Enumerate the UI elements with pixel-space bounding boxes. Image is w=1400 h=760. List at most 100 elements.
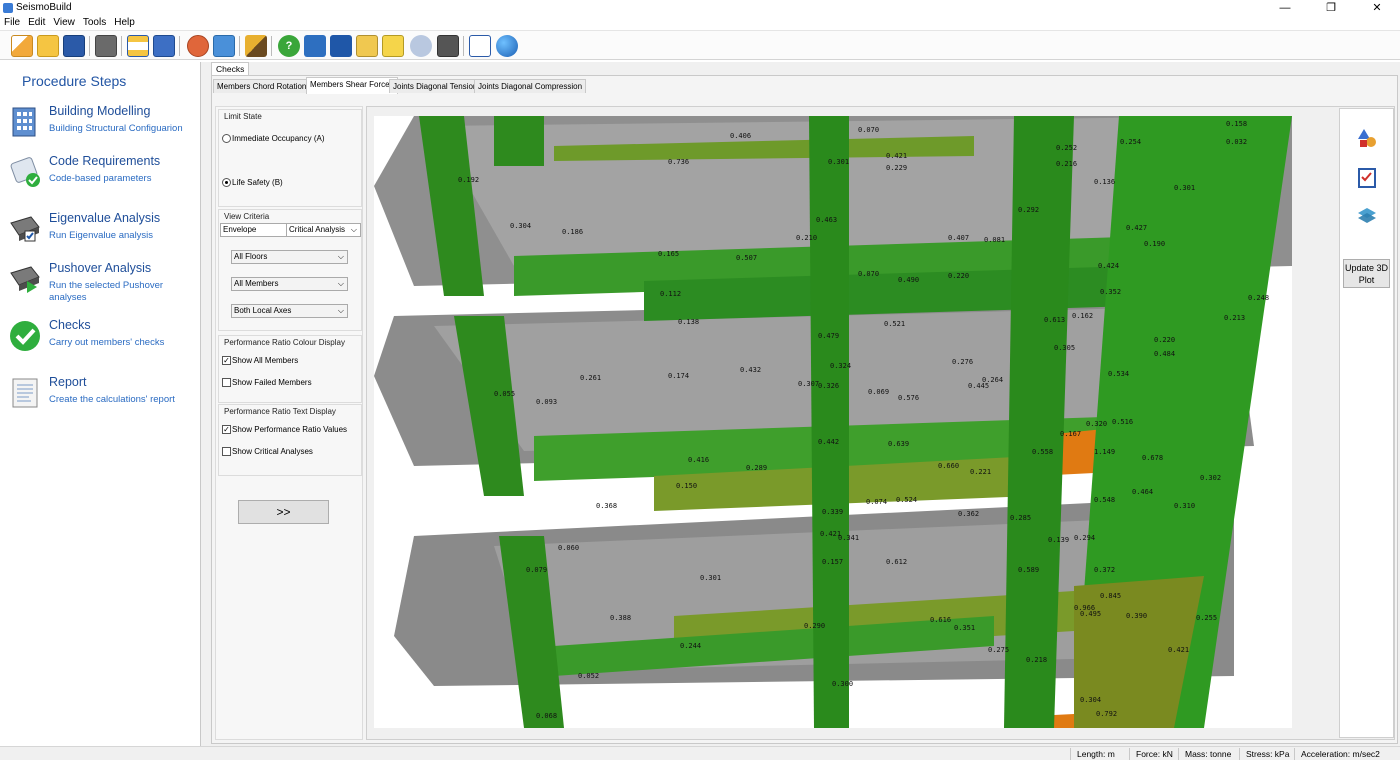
radio-life-safety[interactable]: Life Safety (B) (222, 178, 283, 188)
step-subtitle[interactable]: Run the selected Pushover analyses (49, 280, 189, 304)
axes-select[interactable]: Both Local Axes ⌵ (231, 304, 348, 318)
film-icon[interactable] (437, 35, 459, 57)
checkbox-label: Show Performance Ratio Values (232, 425, 348, 434)
update-3d-plot-button[interactable]: Update 3D Plot (1343, 259, 1390, 288)
critical-analysis-select[interactable]: Critical Analysis ⌵ (286, 223, 361, 237)
step-subtitle[interactable]: Carry out members' checks (49, 337, 189, 349)
ratio-label: 1.149 (1094, 448, 1115, 456)
checkbox-unchecked[interactable] (222, 447, 231, 457)
show-ratio-values-checkbox[interactable]: ✓ Show Performance Ratio Values (222, 425, 348, 435)
tab-joints-diagonal-tension[interactable]: Joints Diagonal Tension (389, 79, 482, 93)
brush-icon[interactable] (245, 35, 267, 57)
radio-dot[interactable] (222, 134, 231, 144)
step-code-requirements[interactable]: Code Requirements Code-based parameters (9, 154, 199, 204)
ratio-label: 0.186 (562, 228, 583, 236)
select-value: All Members (234, 279, 279, 288)
step-building-modelling[interactable]: Building Modelling Building Structural C… (9, 104, 199, 154)
folder-note-icon[interactable] (356, 35, 378, 57)
checklist-icon[interactable] (1356, 167, 1378, 189)
menu-help[interactable]: Help (110, 16, 139, 30)
shapes-icon[interactable] (1356, 127, 1378, 149)
status-bar: Length: m Force: kN Mass: tonne Stress: … (0, 746, 1400, 760)
beam-icon[interactable] (127, 35, 149, 57)
new-file-icon[interactable] (11, 35, 33, 57)
step-pushover-analysis[interactable]: Pushover Analysis Run the selected Pusho… (9, 261, 199, 311)
step-subtitle[interactable]: Create the calculations' report (49, 394, 189, 406)
ratio-label: 0.070 (858, 270, 879, 278)
book-icon[interactable] (304, 35, 326, 57)
step-report[interactable]: Report Create the calculations' report (9, 375, 199, 425)
column (809, 116, 849, 728)
ratio-label: 0.362 (958, 510, 979, 518)
main-area: Checks Members Chord Rotations Members S… (209, 62, 1400, 746)
settings-gear-icon[interactable] (187, 35, 209, 57)
layers-icon[interactable] (1356, 205, 1378, 227)
show-critical-analyses-checkbox[interactable]: Show Critical Analyses (222, 447, 313, 457)
viewport-frame: 0.406 0.070 0.158 0.736 0.301 0.421 0.229 0.252… (366, 106, 1395, 740)
ratio-label: 0.305 (1054, 344, 1075, 352)
step-checks[interactable]: Checks Carry out members' checks (9, 318, 199, 368)
step-subtitle[interactable]: Code-based parameters (49, 173, 189, 185)
minimize-button[interactable]: — (1262, 0, 1308, 16)
members-select[interactable]: All Members ⌵ (231, 277, 348, 291)
folder-open-icon[interactable] (382, 35, 404, 57)
ratio-label: 0.351 (954, 624, 975, 632)
save-icon[interactable] (63, 35, 85, 57)
ratio-label: 0.079 (526, 566, 547, 574)
maximize-button[interactable]: ❐ (1308, 0, 1354, 16)
menu-edit[interactable]: Edit (24, 16, 49, 30)
edit-icon[interactable] (469, 35, 491, 57)
ratio-label: 0.324 (830, 362, 851, 370)
show-all-members-checkbox[interactable]: ✓ Show All Members (222, 356, 298, 366)
step-title: Eigenvalue Analysis (49, 211, 161, 225)
ratio-label: 0.421 (886, 152, 907, 160)
ratio-label: 0.167 (1060, 430, 1081, 438)
radio-immediate-occupancy[interactable]: Immediate Occupancy (A) (222, 134, 324, 144)
radio-dot-selected[interactable] (222, 178, 231, 188)
tab-members-shear-forces[interactable]: Members Shear Forces (306, 77, 398, 94)
step-eigenvalue-analysis[interactable]: Eigenvalue Analysis Run Eigenvalue analy… (9, 211, 199, 261)
checkbox-checked[interactable]: ✓ (222, 356, 231, 366)
ratio-label: 0.060 (558, 544, 579, 552)
panel-splitter[interactable] (201, 62, 209, 746)
calculator-icon[interactable] (213, 35, 235, 57)
view-criteria-group: View Criteria Envelope Critical Analysis… (218, 209, 362, 331)
ratio-label: 0.264 (982, 376, 1003, 384)
ratio-label: 0.307 (798, 380, 819, 388)
menu-tools[interactable]: Tools (79, 16, 110, 30)
ratio-label: 0.524 (896, 496, 917, 504)
machine-play-icon (9, 263, 41, 295)
toolbar: ? (0, 30, 1400, 60)
ratio-label: 0.255 (1196, 614, 1217, 622)
colour-display-group: Performance Ratio Colour Display ✓ Show A… (218, 335, 362, 403)
structure-icon[interactable] (95, 35, 117, 57)
floors-select[interactable]: All Floors ⌵ (231, 250, 348, 264)
checkbox-checked[interactable]: ✓ (222, 425, 231, 435)
globe-icon[interactable] (496, 35, 518, 57)
ratio-label: 0.294 (1074, 534, 1095, 542)
step-subtitle[interactable]: Run Eigenvalue analysis (49, 230, 189, 242)
checkbox-unchecked[interactable] (222, 378, 231, 388)
apply-button[interactable]: >> (238, 500, 329, 524)
menu-view[interactable]: View (49, 16, 79, 30)
tab-checks[interactable]: Checks (211, 62, 250, 75)
menu-file[interactable]: File (0, 16, 24, 30)
chat-icon[interactable] (410, 35, 432, 57)
3d-model-scene[interactable]: 0.406 0.070 0.158 0.736 0.301 0.421 0.229 0.252… (374, 116, 1292, 728)
tab-joints-diagonal-compression[interactable]: Joints Diagonal Compression (474, 79, 587, 93)
view-tools-panel: Update 3D Plot (1339, 108, 1394, 738)
view-criteria-label: View Criteria (224, 212, 270, 221)
status-acceleration: Acceleration: m/sec2 (1294, 748, 1380, 760)
envelope-field[interactable]: Envelope (220, 223, 288, 237)
ratio-label: 0.736 (668, 158, 689, 166)
book2-icon[interactable] (330, 35, 352, 57)
help-icon[interactable]: ? (278, 35, 300, 57)
step-subtitle[interactable]: Building Structural Configuarion (49, 123, 189, 135)
report-doc-icon[interactable] (153, 35, 175, 57)
open-folder-icon[interactable] (37, 35, 59, 57)
show-failed-members-checkbox[interactable]: Show Failed Members (222, 378, 312, 388)
ratio-label: 0.216 (1056, 160, 1077, 168)
3d-viewport[interactable]: 0.406 0.070 0.158 0.736 0.301 0.421 0.229 0.252… (374, 116, 1292, 728)
tab-members-chord-rotations[interactable]: Members Chord Rotations (213, 79, 315, 93)
close-button[interactable]: ✕ (1354, 0, 1400, 16)
